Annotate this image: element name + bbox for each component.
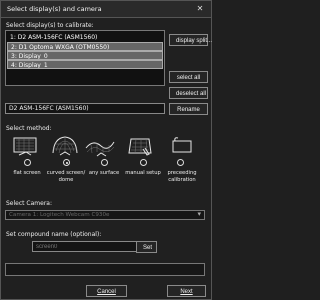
compound-name-label: Set compound name (optional): <box>6 231 102 238</box>
curved-screen-radio[interactable] <box>63 159 70 166</box>
display-item-4[interactable]: 4: Display_1 <box>7 60 163 69</box>
flat-screen-icon[interactable] <box>10 135 44 157</box>
display-name-field[interactable]: D2 ASM-156FC (ASM1560) <box>5 103 165 114</box>
cancel-button[interactable]: Cancel <box>86 285 127 297</box>
flat-screen-radio[interactable] <box>24 159 31 166</box>
curved-screen-label: curved screen/ dome <box>46 170 86 183</box>
manual-setup-radio[interactable] <box>140 159 147 166</box>
compound-name-input[interactable] <box>32 241 138 252</box>
manual-setup-label: manual setup <box>125 170 161 176</box>
chevron-down-icon: ▾ <box>197 210 201 218</box>
camera-select-value: Camera 1: Logitech Webcam C930e <box>9 212 110 218</box>
set-button[interactable]: Set <box>136 241 157 253</box>
next-button[interactable]: Next <box>167 285 206 297</box>
any-surface-label: any surface <box>88 170 120 176</box>
any-surface-icon[interactable] <box>83 135 117 157</box>
preceeding-calibration-icon[interactable] <box>165 135 199 157</box>
status-box <box>5 263 205 276</box>
camera-select[interactable]: Camera 1: Logitech Webcam C930e ▾ <box>5 210 205 220</box>
title-bar: Select display(s) and camera ✕ <box>1 1 211 18</box>
display-item-3[interactable]: 3: Display_0 <box>7 51 163 60</box>
preceeding-calibration-label: preceeding calibration <box>167 170 197 183</box>
display-item-1[interactable]: 1: D2 ASM-156FC (ASM1560) <box>7 33 163 42</box>
camera-label: Select Camera: <box>6 200 52 207</box>
select-display-camera-dialog: Select display(s) and camera ✕ Select di… <box>0 0 212 300</box>
preceeding-calibration-radio[interactable] <box>177 159 184 166</box>
display-item-2[interactable]: 2: D1 Optoma WXGA (OTM0550) <box>7 42 163 51</box>
close-icon[interactable]: ✕ <box>193 3 207 15</box>
display-split-button[interactable]: display split... <box>169 34 212 46</box>
curved-screen-icon[interactable] <box>48 135 82 157</box>
method-label: Select method: <box>6 125 52 132</box>
window-title: Select display(s) and camera <box>7 5 102 13</box>
manual-setup-icon[interactable] <box>123 135 157 157</box>
flat-screen-label: flat screen <box>13 170 41 176</box>
any-surface-radio[interactable] <box>101 159 108 166</box>
rename-button[interactable]: Rename <box>169 103 208 115</box>
display-list-label: Select display(s) to calibrate: <box>6 22 94 29</box>
select-all-button[interactable]: select all <box>169 71 208 83</box>
deselect-all-button[interactable]: deselect all <box>169 87 208 99</box>
display-list[interactable]: 1: D2 ASM-156FC (ASM1560) 2: D1 Optoma W… <box>5 30 165 86</box>
